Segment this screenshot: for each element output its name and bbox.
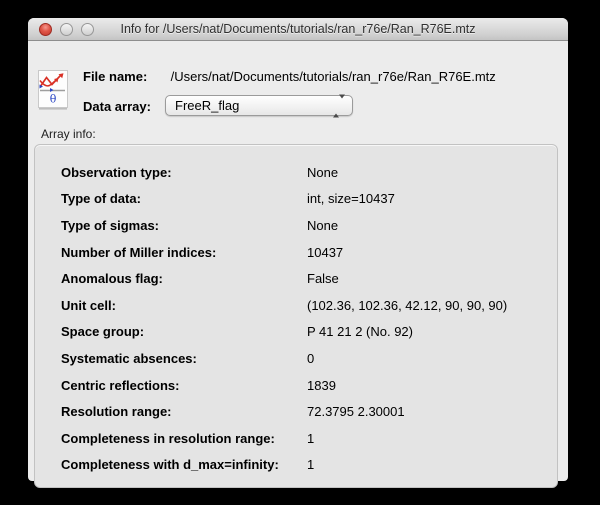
info-row-completeness-resolution: Completeness in resolution range: 1: [61, 425, 557, 452]
info-row-value: False: [307, 271, 339, 286]
info-row-label: Type of data:: [61, 191, 307, 206]
info-row-observation-type: Observation type: None: [61, 159, 557, 186]
svg-text:θ: θ: [50, 93, 57, 106]
info-row-systematic-absences: Systematic absences: 0: [61, 345, 557, 372]
info-row-label: Unit cell:: [61, 298, 307, 313]
array-info-groupbox: Observation type: None Type of data: int…: [34, 144, 558, 488]
info-row-space-group: Space group: P 41 21 2 (No. 92): [61, 319, 557, 346]
info-row-value: int, size=10437: [307, 191, 395, 206]
data-array-row: Data array:: [83, 96, 167, 117]
info-row-resolution-range: Resolution range: 72.3795 2.30001: [61, 398, 557, 425]
title-bar[interactable]: Info for /Users/nat/Documents/tutorials/…: [28, 18, 568, 41]
info-row-value: None: [307, 165, 338, 180]
info-row-miller-indices: Number of Miller indices: 10437: [61, 239, 557, 266]
up-down-arrows-icon: [333, 96, 345, 115]
info-row-value: 10437: [307, 245, 343, 260]
data-array-selected-value: FreeR_flag: [175, 98, 239, 113]
info-dialog-window: Info for /Users/nat/Documents/tutorials/…: [28, 18, 568, 481]
info-row-label: Anomalous flag:: [61, 271, 307, 286]
info-row-value: 1: [307, 431, 314, 446]
info-row-centric-reflections: Centric reflections: 1839: [61, 372, 557, 399]
info-row-label: Number of Miller indices:: [61, 245, 307, 260]
info-row-label: Observation type:: [61, 165, 307, 180]
dialog-content: θ File name: /Users/nat/Documents/tutori…: [28, 40, 568, 481]
file-name-label: File name:: [83, 69, 167, 84]
data-array-label: Data array:: [83, 96, 167, 117]
info-row-value: P 41 21 2 (No. 92): [307, 324, 413, 339]
info-row-label: Type of sigmas:: [61, 218, 307, 233]
info-row-label: Centric reflections:: [61, 378, 307, 393]
info-row-value: 0: [307, 351, 314, 366]
info-row-value: None: [307, 218, 338, 233]
reflection-data-plot-icon: θ: [38, 70, 68, 110]
info-row-completeness-dmax: Completeness with d_max=infinity: 1: [61, 452, 557, 479]
info-row-value: (102.36, 102.36, 42.12, 90, 90, 90): [307, 298, 507, 313]
info-row-label: Resolution range:: [61, 404, 307, 419]
array-info-section-label: Array info:: [41, 127, 96, 141]
file-name-row: File name: /Users/nat/Documents/tutorial…: [83, 69, 496, 84]
info-row-value: 1839: [307, 378, 336, 393]
data-array-select[interactable]: FreeR_flag: [165, 95, 353, 116]
info-row-value: 72.3795 2.30001: [307, 404, 405, 419]
file-name-value: /Users/nat/Documents/tutorials/ran_r76e/…: [171, 69, 496, 84]
info-row-anomalous-flag: Anomalous flag: False: [61, 265, 557, 292]
info-row-label: Systematic absences:: [61, 351, 307, 366]
info-row-type-of-data: Type of data: int, size=10437: [61, 186, 557, 213]
info-row-unit-cell: Unit cell: (102.36, 102.36, 42.12, 90, 9…: [61, 292, 557, 319]
window-title: Info for /Users/nat/Documents/tutorials/…: [28, 18, 568, 40]
info-row-label: Completeness with d_max=infinity:: [61, 457, 307, 472]
info-row-label: Space group:: [61, 324, 307, 339]
info-row-value: 1: [307, 457, 314, 472]
info-row-type-of-sigmas: Type of sigmas: None: [61, 212, 557, 239]
info-row-label: Completeness in resolution range:: [61, 431, 307, 446]
